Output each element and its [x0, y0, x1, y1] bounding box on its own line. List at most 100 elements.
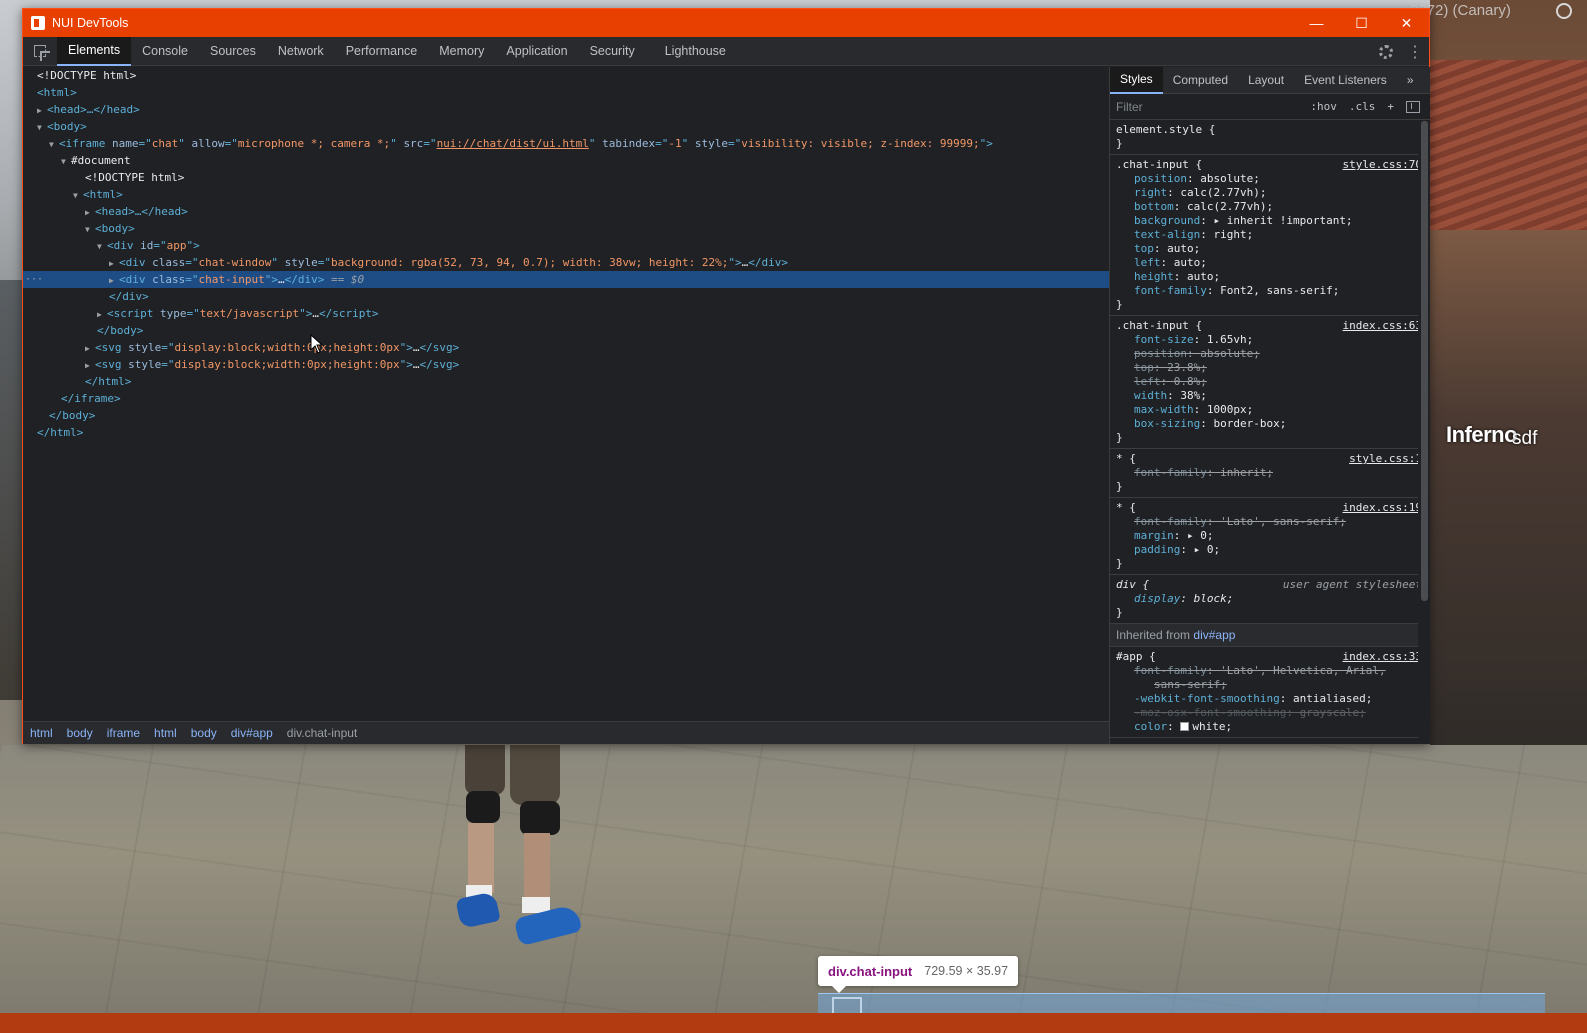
tree-row[interactable]: </iframe>	[23, 390, 1109, 407]
styles-scrollbar[interactable]	[1418, 121, 1430, 744]
collapse-triangle-icon[interactable]: ▼	[85, 221, 95, 238]
tooltip-element-name: div.chat-input	[828, 963, 913, 979]
rule-universal-style-css[interactable]: style.css:1 * { font-family: inherit; }	[1110, 449, 1430, 498]
tree-row[interactable]: <html>	[23, 84, 1109, 101]
tree-row[interactable]: </body>	[23, 322, 1109, 339]
rule-source-link[interactable]: style.css:1	[1349, 452, 1422, 465]
tree-row[interactable]: ▶ <head>…</head>	[23, 203, 1109, 220]
tab-computed[interactable]: Computed	[1163, 67, 1238, 94]
rule-source-link[interactable]: style.css:70	[1343, 158, 1422, 171]
close-button[interactable]: ✕	[1384, 9, 1429, 37]
breadcrumb-item[interactable]: html	[23, 726, 60, 740]
more-options-icon[interactable]: ⋮	[1407, 42, 1423, 62]
rule-source-link[interactable]: index.css:33	[1343, 650, 1422, 663]
tree-row[interactable]: ▼ #document	[23, 152, 1109, 169]
devtools-toolbar: Elements Console Sources Network Perform…	[23, 36, 1429, 66]
rule-source-link[interactable]: index.css:63	[1343, 319, 1422, 332]
tab-layout[interactable]: Layout	[1238, 67, 1294, 94]
expand-triangle-icon[interactable]: ▶	[37, 102, 47, 119]
player-character	[455, 745, 583, 947]
elements-tree: <!DOCTYPE html> <html> ▶ <head>…</head> ▼…	[23, 67, 1109, 721]
styles-pane: Styles Computed Layout Event Listeners »…	[1109, 67, 1430, 744]
title-bar[interactable]: NUI DevTools — ☐ ✕	[23, 9, 1429, 37]
element-highlight-tooltip: div.chat-input 729.59 × 35.97	[818, 956, 1019, 993]
tab-event-listeners[interactable]: Event Listeners	[1294, 67, 1397, 94]
game-background-left	[0, 280, 24, 700]
game-background-roof	[1430, 60, 1587, 230]
iframe-src-link[interactable]: nui://chat/dist/ui.html	[437, 137, 589, 150]
tab-sources[interactable]: Sources	[199, 37, 267, 66]
tree-row[interactable]: ▶ <head>…</head>	[23, 101, 1109, 118]
row-more-icon[interactable]: ···	[25, 271, 43, 288]
rule-div-user-agent[interactable]: user agent stylesheet div { display: blo…	[1110, 575, 1430, 624]
maximize-button[interactable]: ☐	[1339, 9, 1384, 37]
styles-pane-tabs: Styles Computed Layout Event Listeners »	[1110, 67, 1430, 94]
inspect-element-icon[interactable]	[23, 37, 57, 66]
collapse-triangle-icon[interactable]: ▼	[37, 119, 47, 136]
tree-row-app[interactable]: ▼ <div id="app">	[23, 237, 1109, 254]
minimize-button[interactable]: —	[1294, 9, 1339, 37]
breadcrumb-item[interactable]: html	[147, 726, 184, 740]
tree-row-chat-input-selected[interactable]: ··· ▶ <div class="chat-input">…</div> == $…	[23, 271, 1109, 288]
rule-source-link[interactable]: index.css:19	[1343, 501, 1422, 514]
tree-row-chat-window[interactable]: ▶ <div class="chat-window" style="backgro…	[23, 254, 1109, 271]
inherited-from-header: Inherited from div#app	[1110, 624, 1430, 647]
rule-universal-index-css[interactable]: index.css:19 * { font-family: 'Lato', sa…	[1110, 498, 1430, 575]
tab-elements[interactable]: Elements	[57, 36, 132, 66]
settings-gear-icon[interactable]	[1379, 44, 1393, 59]
expand-triangle-icon[interactable]: ▶	[97, 306, 107, 323]
inherited-from-link[interactable]: div#app	[1193, 628, 1235, 642]
rule-app-index-css[interactable]: index.css:33 #app { font-family: 'Lato',…	[1110, 647, 1430, 738]
tree-row[interactable]: </div>	[23, 288, 1109, 305]
devtools-window: NUI DevTools — ☐ ✕ Elements Console Sour…	[22, 8, 1430, 744]
tree-row[interactable]: </html>	[23, 424, 1109, 441]
styles-filter-input[interactable]: Filter :hov .cls +	[1110, 94, 1430, 120]
tab-security[interactable]: Security	[579, 37, 646, 66]
tab-memory[interactable]: Memory	[428, 37, 495, 66]
breadcrumb-item[interactable]: body	[184, 726, 224, 740]
tree-row[interactable]: <!DOCTYPE html>	[23, 67, 1109, 84]
color-swatch-icon[interactable]	[1180, 722, 1190, 731]
collapse-triangle-icon[interactable]: ▼	[97, 238, 107, 255]
expand-triangle-icon[interactable]: ▶	[109, 272, 119, 289]
tree-row[interactable]: ▼ <body>	[23, 220, 1109, 237]
expand-triangle-icon[interactable]: ▶	[85, 357, 95, 374]
tree-row-script[interactable]: ▶ <script type="text/javascript">…</scrip…	[23, 305, 1109, 322]
class-toggle[interactable]: .cls	[1349, 100, 1376, 113]
tab-lighthouse[interactable]: Lighthouse	[654, 37, 737, 66]
breadcrumb-item[interactable]: div#app	[224, 726, 280, 740]
tab-console[interactable]: Console	[131, 37, 199, 66]
style-rules: element.style { } style.css:70 .chat-inp…	[1110, 120, 1430, 738]
add-rule-icon[interactable]: +	[1387, 100, 1394, 113]
collapse-triangle-icon[interactable]: ▼	[73, 187, 83, 204]
expand-triangle-icon[interactable]: ▶	[85, 340, 95, 357]
collapse-triangle-icon[interactable]: ▼	[49, 136, 59, 153]
tab-styles[interactable]: Styles	[1110, 67, 1163, 94]
rule-chat-input-style-css[interactable]: style.css:70 .chat-input { position: abs…	[1110, 155, 1430, 316]
tree-row[interactable]: ▼ <html>	[23, 186, 1109, 203]
expand-triangle-icon[interactable]: ▶	[85, 204, 95, 221]
rule-chat-input-index-css[interactable]: index.css:63 .chat-input { font-size: 1.…	[1110, 316, 1430, 449]
tree-row[interactable]: </body>	[23, 407, 1109, 424]
hover-state-toggle[interactable]: :hov	[1310, 100, 1337, 113]
more-tabs-chevron-icon[interactable]: »	[1397, 67, 1424, 94]
collapse-triangle-icon[interactable]: ▼	[61, 153, 71, 170]
tree-row[interactable]: <!DOCTYPE html>	[23, 169, 1109, 186]
tab-network[interactable]: Network	[267, 37, 335, 66]
window-title: NUI DevTools	[52, 16, 129, 30]
breadcrumb-item[interactable]: iframe	[100, 726, 147, 740]
tree-row-iframe[interactable]: ▼ <iframe name="chat" allow="microphone *…	[23, 135, 1109, 152]
app-icon	[31, 16, 45, 30]
tree-row-svg[interactable]: ▶ <svg style="display:block;width:0px;hei…	[23, 356, 1109, 373]
rule-element-style[interactable]: element.style { }	[1110, 120, 1430, 155]
game-background-ground	[0, 745, 1587, 1015]
tree-row[interactable]: </html>	[23, 373, 1109, 390]
expand-triangle-icon[interactable]: ▶	[109, 255, 119, 272]
tab-performance[interactable]: Performance	[335, 37, 429, 66]
tree-row[interactable]: ▼ <body>	[23, 118, 1109, 135]
tree-row-svg[interactable]: ▶ <svg style="display:block;width:0px;hei…	[23, 339, 1109, 356]
breadcrumb-item-current[interactable]: div.chat-input	[280, 726, 364, 740]
tab-application[interactable]: Application	[495, 37, 578, 66]
toggle-sidebar-icon[interactable]	[1406, 100, 1420, 113]
breadcrumb-item[interactable]: body	[60, 726, 100, 740]
